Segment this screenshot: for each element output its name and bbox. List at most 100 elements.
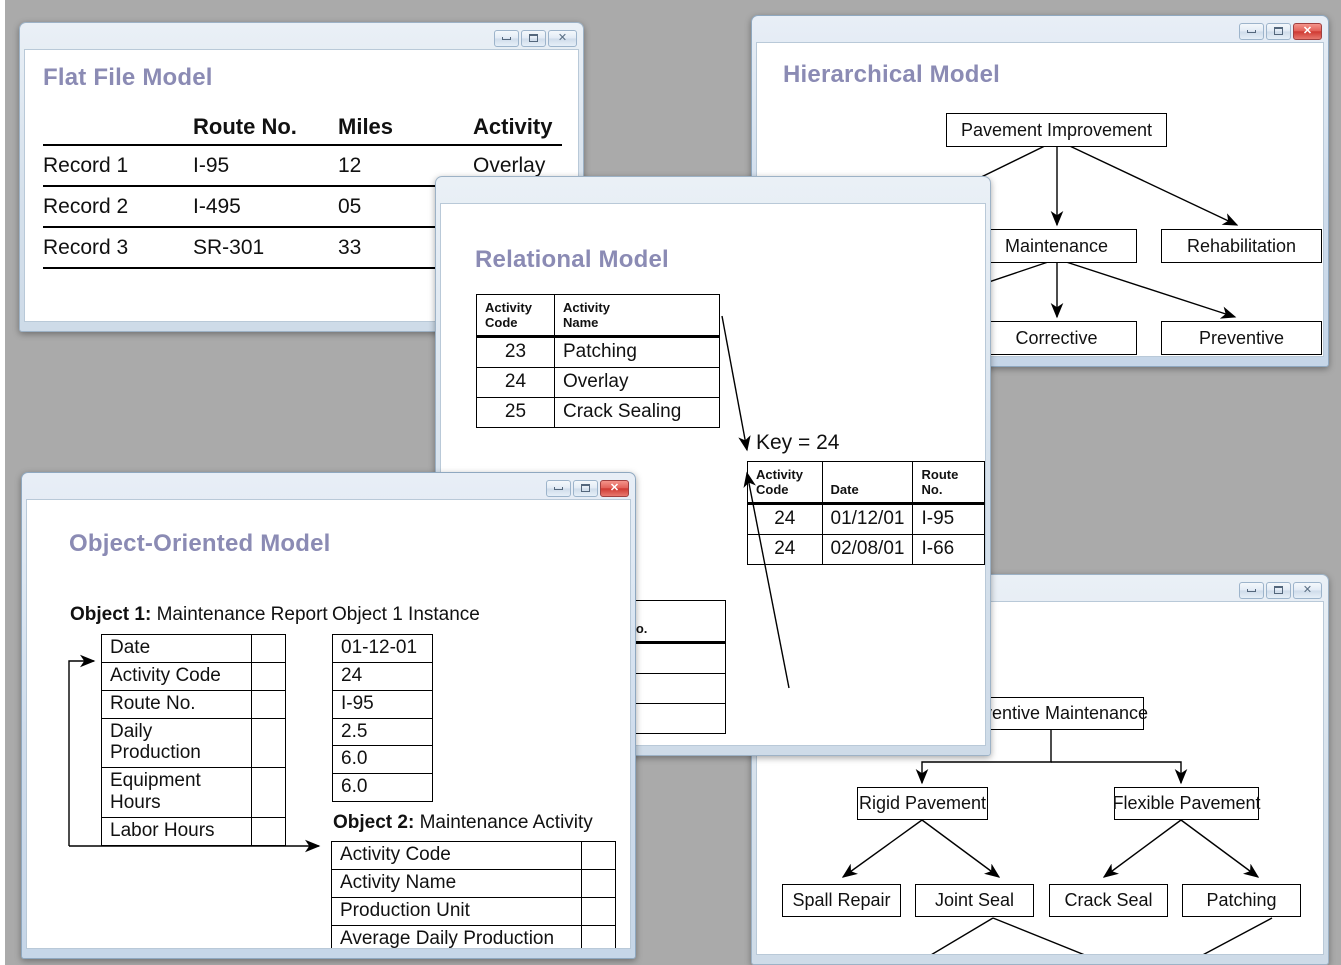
node-joint-seal: Joint Seal xyxy=(915,884,1034,917)
field-activity-code: Activity Code xyxy=(332,842,582,870)
cell-route: I-66 xyxy=(913,535,985,565)
close-button[interactable]: ✕ xyxy=(548,30,577,47)
cell-route-no: I-495 xyxy=(193,186,338,227)
table-row: 23 Patching xyxy=(477,337,720,368)
table-row: Average Daily Production Rate xyxy=(332,925,616,949)
cell-code: 24 xyxy=(748,504,823,535)
maximize-button[interactable] xyxy=(521,30,546,47)
maximize-button[interactable] xyxy=(573,480,598,497)
maximize-button[interactable] xyxy=(1266,23,1291,40)
table-header-row: Activity Code Activity Name xyxy=(477,295,720,337)
col-header-activity-name: Activity Name xyxy=(555,295,720,337)
cell-name: Overlay xyxy=(555,368,720,398)
node-patching: Patching xyxy=(1182,884,1301,917)
field-route-no: Route No. xyxy=(102,690,252,718)
field-avg-daily-production-rate: Average Daily Production Rate xyxy=(332,925,582,949)
maximize-button[interactable] xyxy=(1266,582,1291,599)
table-row: 24 02/08/01 I-66 xyxy=(748,535,985,565)
close-button[interactable]: ✕ xyxy=(1293,582,1322,599)
window-buttons-hierarchical: ✕ xyxy=(1239,23,1322,40)
cell-route: I-95 xyxy=(913,504,985,535)
page-title: Hierarchical Model xyxy=(783,61,1000,89)
table-row: 24 xyxy=(333,662,433,690)
col-header-activity-code: Activity Code xyxy=(477,295,555,337)
object2-field-table: Activity Code Activity Name Production U… xyxy=(331,841,616,949)
node-pavement-improvement: Pavement Improvement xyxy=(946,113,1167,147)
page-title: Object-Oriented Model xyxy=(69,530,331,558)
cell-code: 25 xyxy=(477,398,555,428)
value-cell xyxy=(252,768,286,818)
col-header-route-no: Route No. xyxy=(193,106,338,145)
window-buttons-flat-file: ✕ xyxy=(494,30,577,47)
titlebar-object-oriented[interactable]: ✕ xyxy=(26,477,631,499)
node-rehabilitation: Rehabilitation xyxy=(1161,229,1322,263)
table-row: I-95 xyxy=(333,690,433,718)
value-daily-production: 2.5 xyxy=(333,718,433,746)
node-spall-repair: Spall Repair xyxy=(782,884,901,917)
field-labor-hours: Labor Hours xyxy=(102,817,252,845)
table-row: Production Unit xyxy=(332,897,616,925)
field-activity-name: Activity Name xyxy=(332,869,582,897)
close-button[interactable]: ✕ xyxy=(600,480,629,497)
value-cell xyxy=(252,718,286,768)
value-cell xyxy=(252,662,286,690)
node-crack-seal: Crack Seal xyxy=(1049,884,1168,917)
table-row: 2.5 xyxy=(333,718,433,746)
titlebar-hierarchical[interactable]: ✕ xyxy=(756,20,1324,42)
value-route-no: I-95 xyxy=(333,690,433,718)
value-cell xyxy=(582,842,616,870)
field-date: Date xyxy=(102,635,252,663)
value-equipment-hours: 6.0 xyxy=(333,746,433,774)
cell-route-no: SR-301 xyxy=(193,227,338,268)
table-row: 24 01/12/01 I-95 xyxy=(748,504,985,535)
cell-record-label: Record 3 xyxy=(43,227,193,268)
object1-instance-table: 01-12-01 24 I-95 2.5 6.0 6.0 xyxy=(332,634,433,802)
value-cell xyxy=(582,897,616,925)
table-row: Equipment Hours xyxy=(102,768,286,818)
value-labor-hours: 6.0 xyxy=(333,774,433,802)
cell-date: 02/08/01 xyxy=(822,535,913,565)
window-object-oriented-model[interactable]: ✕ Object-Oriented Model Object 1: Mainte… xyxy=(21,472,636,959)
table-row: 25 Crack Sealing xyxy=(477,398,720,428)
cell-code: 23 xyxy=(477,337,555,368)
field-activity-code: Activity Code xyxy=(102,662,252,690)
minimize-button[interactable] xyxy=(1239,23,1264,40)
table-row: 01-12-01 xyxy=(333,635,433,663)
key-label: Key = 24 xyxy=(756,431,839,455)
page-title: Relational Model xyxy=(475,246,669,274)
object1-label: Object 1: Maintenance Report xyxy=(70,604,328,626)
minimize-button[interactable] xyxy=(494,30,519,47)
cell-record-label: Record 1 xyxy=(43,145,193,186)
field-production-unit: Production Unit xyxy=(332,897,582,925)
titlebar-relational[interactable]: ✕ xyxy=(440,181,986,203)
col-header-date: Date xyxy=(822,462,913,504)
table-row: Activity Code xyxy=(332,842,616,870)
node-maintenance: Maintenance xyxy=(976,229,1137,263)
cell-date: 01/12/01 xyxy=(822,504,913,535)
window-buttons-network: ✕ xyxy=(1239,582,1322,599)
close-button[interactable]: ✕ xyxy=(1293,23,1322,40)
client-area-object-oriented: Object-Oriented Model Object 1: Maintena… xyxy=(26,499,631,949)
table-row: Route No. xyxy=(102,690,286,718)
relational-activity-table: Activity Code Activity Name 23 Patching xyxy=(476,294,720,428)
node-preventive: Preventive xyxy=(1161,321,1322,355)
value-activity-code: 24 xyxy=(333,662,433,690)
col-header-blank xyxy=(43,106,193,145)
table-row: Activity Code xyxy=(102,662,286,690)
titlebar-flat-file[interactable]: ✕ xyxy=(24,27,579,49)
table-row: Date xyxy=(102,635,286,663)
object1-instance-label: Object 1 Instance xyxy=(332,604,480,626)
window-buttons-object-oriented: ✕ xyxy=(546,480,629,497)
table-header-row: Route No. Miles Activity xyxy=(43,106,562,145)
object2-label: Object 2: Maintenance Activity xyxy=(333,812,593,834)
col-header-activity: Activity xyxy=(473,106,562,145)
col-header-route-no: Route No. xyxy=(913,462,985,504)
relational-record-table: Activity Code Date Route No. 24 xyxy=(747,461,985,565)
cell-code: 24 xyxy=(477,368,555,398)
field-equipment-hours: Equipment Hours xyxy=(102,768,252,818)
minimize-button[interactable] xyxy=(546,480,571,497)
cell-record-label: Record 2 xyxy=(43,186,193,227)
value-cell xyxy=(252,635,286,663)
minimize-button[interactable] xyxy=(1239,582,1264,599)
node-flexible-pavement: Flexible Pavement xyxy=(1114,787,1259,820)
